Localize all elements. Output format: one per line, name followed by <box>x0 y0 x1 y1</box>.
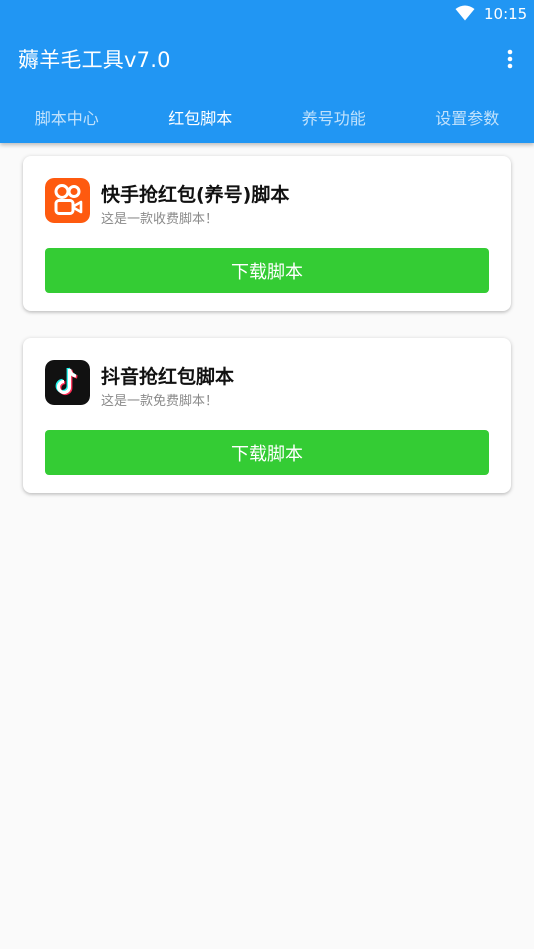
tab-bar: 脚本中心 红包脚本 养号功能 设置参数 <box>0 90 534 143</box>
app-bar: 10:15 薅羊毛工具v7.0 脚本中心 红包脚本 养号功能 设置参数 <box>0 0 534 143</box>
page-title: 薅羊毛工具v7.0 <box>18 48 171 72</box>
status-bar: 10:15 <box>0 0 534 30</box>
wifi-icon <box>455 5 475 21</box>
script-title: 抖音抢红包脚本 <box>101 366 235 388</box>
download-script-button[interactable]: 下载脚本 <box>45 248 489 293</box>
status-time: 10:15 <box>484 5 528 23</box>
script-card-kuaishou: 快手抢红包(养号)脚本 这是一款收费脚本！ 下载脚本 <box>23 156 511 311</box>
script-subtitle: 这是一款收费脚本！ <box>101 212 219 227</box>
tab-settings[interactable]: 设置参数 <box>401 90 534 143</box>
download-script-button[interactable]: 下载脚本 <box>45 430 489 475</box>
more-vert-icon[interactable] <box>500 47 520 71</box>
kuaishou-icon <box>45 178 90 223</box>
tab-script-center[interactable]: 脚本中心 <box>0 90 134 143</box>
script-title: 快手抢红包(养号)脚本 <box>101 184 290 206</box>
script-card-douyin: 抖音抢红包脚本 这是一款免费脚本！ 下载脚本 <box>23 338 511 493</box>
douyin-icon <box>45 360 90 405</box>
tab-account-nurturing[interactable]: 养号功能 <box>267 90 401 143</box>
script-subtitle: 这是一款免费脚本！ <box>101 394 219 409</box>
tab-red-packet-scripts[interactable]: 红包脚本 <box>134 90 268 143</box>
